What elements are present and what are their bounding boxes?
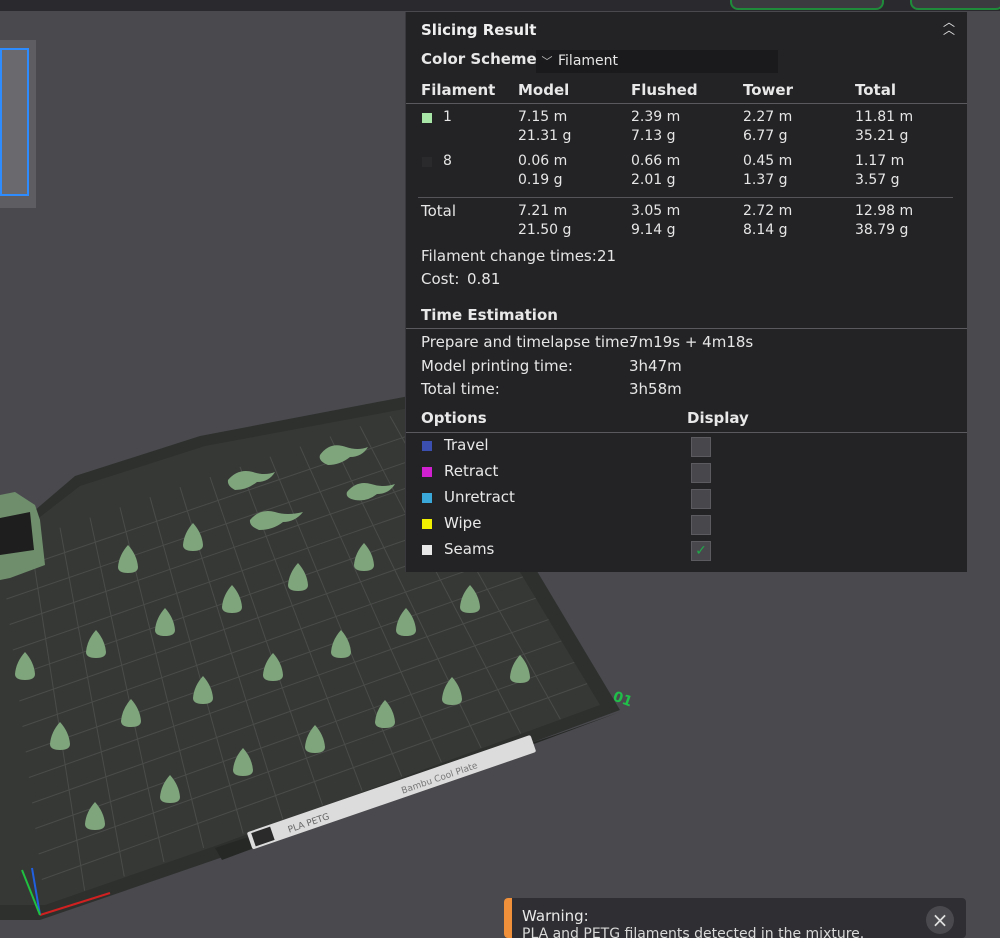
option-travel-label: Travel xyxy=(444,436,489,454)
total-flushed-length: 3.05 m xyxy=(631,203,681,219)
filament-change-label: Filament change times: xyxy=(421,247,597,265)
filament-1-flushed-length: 2.39 m xyxy=(631,109,681,125)
col-total: Total xyxy=(855,81,896,99)
total-flushed-weight: 9.14 g xyxy=(631,222,676,238)
option-unretract-label: Unretract xyxy=(444,488,515,506)
options-title: Options xyxy=(421,409,487,427)
filament-8-swatch xyxy=(422,157,432,167)
total-tower-length: 2.72 m xyxy=(743,203,793,219)
warning-message: PLA and PETG filaments detected in the m… xyxy=(522,926,865,938)
total-total-length: 12.98 m xyxy=(855,203,914,219)
option-retract[interactable]: Retract xyxy=(406,460,967,486)
color-scheme-select[interactable]: ﹀ Filament xyxy=(536,50,778,73)
warning-notification: Warning: PLA and PETG filaments detected… xyxy=(504,898,966,938)
wipe-swatch xyxy=(422,519,432,529)
color-scheme-label: Color Scheme xyxy=(421,50,537,68)
total-model-length: 7.21 m xyxy=(518,203,568,219)
filament-8-total-length: 1.17 m xyxy=(855,153,905,169)
col-flushed: Flushed xyxy=(631,81,698,99)
filament-8-flushed-length: 0.66 m xyxy=(631,153,681,169)
total-time-label: Total time: xyxy=(421,380,500,398)
model-time-label: Model printing time: xyxy=(421,357,573,375)
col-filament: Filament xyxy=(421,81,496,99)
filament-8-model-weight: 0.19 g xyxy=(518,172,563,188)
cost-label: Cost: xyxy=(421,270,460,288)
plate-thumbnail-selection xyxy=(0,48,29,196)
chevron-down-icon: ﹀ xyxy=(541,55,553,68)
total-time-value: 3h58m xyxy=(629,380,682,398)
filament-8-model-length: 0.06 m xyxy=(518,153,568,169)
unretract-swatch xyxy=(422,493,432,503)
filament-8-id: 8 xyxy=(443,153,452,169)
time-estimation-title: Time Estimation xyxy=(421,306,558,324)
color-scheme-value: Filament xyxy=(558,53,619,69)
filament-1-swatch xyxy=(422,113,432,123)
filament-8-total-weight: 3.57 g xyxy=(855,172,900,188)
filament-8-tower-weight: 1.37 g xyxy=(743,172,788,188)
retract-swatch xyxy=(422,467,432,477)
retract-checkbox[interactable] xyxy=(691,463,711,483)
option-wipe[interactable]: Wipe xyxy=(406,512,967,538)
filament-change-value: 21 xyxy=(597,247,617,265)
option-travel[interactable]: Travel xyxy=(406,434,967,460)
warning-accent-bar xyxy=(504,898,512,938)
panel-title: Slicing Result xyxy=(421,21,537,39)
options-divider xyxy=(406,432,967,433)
total-tower-weight: 8.14 g xyxy=(743,222,788,238)
total-total-weight: 38.79 g xyxy=(855,222,909,238)
warning-title: Warning: xyxy=(522,907,589,925)
seams-swatch xyxy=(422,545,432,555)
prepare-time-value: 7m19s + 4m18s xyxy=(629,333,754,351)
display-title: Display xyxy=(687,409,749,427)
model-time-value: 3h47m xyxy=(629,357,682,375)
total-model-weight: 21.50 g xyxy=(518,222,572,238)
filament-1-tower-length: 2.27 m xyxy=(743,109,793,125)
prepare-time-label: Prepare and timelapse time: xyxy=(421,333,634,351)
filament-8-tower-length: 0.45 m xyxy=(743,153,793,169)
unretract-checkbox[interactable] xyxy=(691,489,711,509)
filament-1-tower-weight: 6.77 g xyxy=(743,128,788,144)
wipe-checkbox[interactable] xyxy=(691,515,711,535)
check-icon: ✓ xyxy=(695,543,707,559)
time-divider xyxy=(406,328,967,329)
filament-1-total-length: 11.81 m xyxy=(855,109,914,125)
seams-checkbox[interactable]: ✓ xyxy=(691,541,711,561)
col-model: Model xyxy=(518,81,570,99)
header-divider xyxy=(406,103,967,104)
filament-1-flushed-weight: 7.13 g xyxy=(631,128,676,144)
filament-1-id: 1 xyxy=(443,109,452,125)
total-divider xyxy=(418,197,953,198)
filament-1-total-weight: 35.21 g xyxy=(855,128,909,144)
col-tower: Tower xyxy=(743,81,793,99)
filament-1-model-weight: 21.31 g xyxy=(518,128,572,144)
object-cavity xyxy=(0,512,34,555)
option-seams[interactable]: Seams ✓ xyxy=(406,538,967,564)
plate-thumbnail[interactable] xyxy=(0,40,36,208)
option-seams-label: Seams xyxy=(444,540,495,558)
close-icon[interactable]: × xyxy=(926,906,954,934)
travel-checkbox[interactable] xyxy=(691,437,711,457)
option-retract-label: Retract xyxy=(444,462,499,480)
filament-8-flushed-weight: 2.01 g xyxy=(631,172,676,188)
slicing-result-panel: Slicing Result ︿ ︿ Color Scheme ﹀ Filament… xyxy=(405,12,967,572)
total-label: Total xyxy=(421,202,457,220)
filament-1-model-length: 7.15 m xyxy=(518,109,568,125)
option-wipe-label: Wipe xyxy=(444,514,482,532)
option-unretract[interactable]: Unretract xyxy=(406,486,967,512)
cost-value: 0.81 xyxy=(467,270,501,288)
travel-swatch xyxy=(422,441,432,451)
collapse-icon[interactable]: ︿ ︿ xyxy=(941,16,957,36)
